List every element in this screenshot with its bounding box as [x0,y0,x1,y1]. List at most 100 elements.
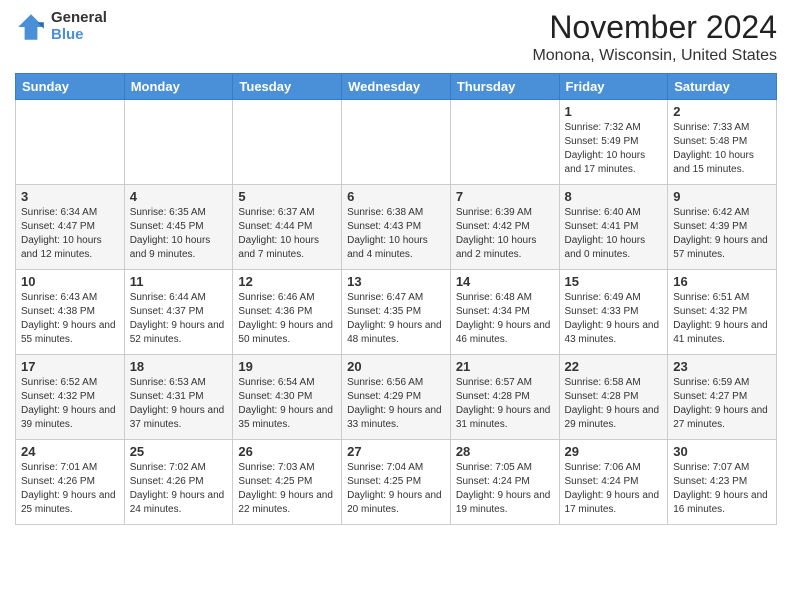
col-monday: Monday [124,74,233,100]
header: General Blue November 2024 Monona, Wisco… [15,10,777,65]
day-info: Sunrise: 6:47 AM Sunset: 4:35 PM Dayligh… [347,291,445,347]
calendar-cell-w3-d0: 10 Sunrise: 6:43 AM Sunset: 4:38 PM Dayli… [16,270,125,355]
day-info: Sunrise: 6:35 AM Sunset: 4:45 PM Dayligh… [130,206,228,262]
calendar-cell-w4-d6: 23 Sunrise: 6:59 AM Sunset: 4:27 PM Dayli… [668,355,777,440]
day-info: Sunrise: 6:56 AM Sunset: 4:29 PM Dayligh… [347,376,445,432]
calendar-cell-w3-d3: 13 Sunrise: 6:47 AM Sunset: 4:35 PM Dayli… [342,270,451,355]
day-info: Sunrise: 7:04 AM Sunset: 4:25 PM Dayligh… [347,461,445,517]
week-row-5: 24Sunrise: 7:01 AM Sunset: 4:26 PM Dayli… [16,440,777,525]
day-number: 3 [21,189,119,204]
calendar-cell-w2-d2: 5 Sunrise: 6:37 AM Sunset: 4:44 PM Daylig… [233,185,342,270]
location-title: Monona, Wisconsin, United States [532,47,777,65]
day-number: 1 [565,104,663,119]
day-info: Sunrise: 6:40 AM Sunset: 4:41 PM Dayligh… [565,206,663,262]
week-row-4: 17 Sunrise: 6:52 AM Sunset: 4:32 PM Dayli… [16,355,777,440]
calendar-header-row: Sunday Monday Tuesday Wednesday Thursday… [16,74,777,100]
day-info: Sunrise: 6:43 AM Sunset: 4:38 PM Dayligh… [21,291,119,347]
logo: General Blue [15,10,107,43]
calendar-cell-w3-d1: 11 Sunrise: 6:44 AM Sunset: 4:37 PM Dayli… [124,270,233,355]
day-info: Sunrise: 6:58 AM Sunset: 4:28 PM Dayligh… [565,376,663,432]
day-info: Sunrise: 6:57 AM Sunset: 4:28 PM Dayligh… [456,376,554,432]
day-number: 27 [347,444,445,459]
calendar-cell-w1-d1 [124,100,233,185]
logo-icon [15,11,47,43]
day-info: Sunrise: 6:49 AM Sunset: 4:33 PM Dayligh… [565,291,663,347]
day-info: Sunrise: 7:05 AM Sunset: 4:24 PM Dayligh… [456,461,554,517]
day-info: Sunrise: 6:46 AM Sunset: 4:36 PM Dayligh… [238,291,336,347]
day-number: 6 [347,189,445,204]
col-saturday: Saturday [668,74,777,100]
day-number: 23 [673,359,771,374]
day-number: 17 [21,359,119,374]
logo-text: General Blue [51,10,107,43]
calendar-cell-w4-d2: 19 Sunrise: 6:54 AM Sunset: 4:30 PM Dayli… [233,355,342,440]
calendar-cell-w3-d6: 16Sunrise: 6:51 AM Sunset: 4:32 PM Dayli… [668,270,777,355]
day-number: 2 [673,104,771,119]
calendar-cell-w2-d6: 9 Sunrise: 6:42 AM Sunset: 4:39 PM Daylig… [668,185,777,270]
day-info: Sunrise: 6:54 AM Sunset: 4:30 PM Dayligh… [238,376,336,432]
calendar-cell-w2-d4: 7Sunrise: 6:39 AM Sunset: 4:42 PM Daylig… [450,185,559,270]
day-number: 4 [130,189,228,204]
title-area: November 2024 Monona, Wisconsin, United … [532,10,777,65]
day-number: 24 [21,444,119,459]
logo-blue-text: Blue [51,27,107,44]
day-info: Sunrise: 6:37 AM Sunset: 4:44 PM Dayligh… [238,206,336,262]
week-row-1: 1Sunrise: 7:32 AM Sunset: 5:49 PM Daylig… [16,100,777,185]
day-number: 15 [565,274,663,289]
day-number: 30 [673,444,771,459]
day-number: 28 [456,444,554,459]
week-row-2: 3Sunrise: 6:34 AM Sunset: 4:47 PM Daylig… [16,185,777,270]
col-tuesday: Tuesday [233,74,342,100]
day-info: Sunrise: 6:39 AM Sunset: 4:42 PM Dayligh… [456,206,554,262]
day-info: Sunrise: 7:07 AM Sunset: 4:23 PM Dayligh… [673,461,771,517]
month-title: November 2024 [532,10,777,45]
calendar-cell-w5-d2: 26Sunrise: 7:03 AM Sunset: 4:25 PM Dayli… [233,440,342,525]
calendar-cell-w5-d4: 28 Sunrise: 7:05 AM Sunset: 4:24 PM Dayli… [450,440,559,525]
day-info: Sunrise: 6:48 AM Sunset: 4:34 PM Dayligh… [456,291,554,347]
day-number: 21 [456,359,554,374]
day-number: 29 [565,444,663,459]
day-number: 8 [565,189,663,204]
calendar-cell-w5-d3: 27 Sunrise: 7:04 AM Sunset: 4:25 PM Dayli… [342,440,451,525]
day-number: 11 [130,274,228,289]
calendar-cell-w1-d6: 2 Sunrise: 7:33 AM Sunset: 5:48 PM Daylig… [668,100,777,185]
page: General Blue November 2024 Monona, Wisco… [0,0,792,612]
day-number: 26 [238,444,336,459]
col-sunday: Sunday [16,74,125,100]
day-info: Sunrise: 6:42 AM Sunset: 4:39 PM Dayligh… [673,206,771,262]
calendar-cell-w1-d2 [233,100,342,185]
calendar-table: Sunday Monday Tuesday Wednesday Thursday… [15,73,777,525]
week-row-3: 10 Sunrise: 6:43 AM Sunset: 4:38 PM Dayli… [16,270,777,355]
day-number: 22 [565,359,663,374]
calendar-cell-w5-d5: 29Sunrise: 7:06 AM Sunset: 4:24 PM Dayli… [559,440,668,525]
day-info: Sunrise: 7:33 AM Sunset: 5:48 PM Dayligh… [673,121,771,177]
calendar-cell-w1-d4 [450,100,559,185]
day-number: 5 [238,189,336,204]
day-number: 19 [238,359,336,374]
calendar-cell-w2-d5: 8 Sunrise: 6:40 AM Sunset: 4:41 PM Daylig… [559,185,668,270]
calendar-cell-w4-d5: 22 Sunrise: 6:58 AM Sunset: 4:28 PM Dayli… [559,355,668,440]
day-info: Sunrise: 6:52 AM Sunset: 4:32 PM Dayligh… [21,376,119,432]
day-info: Sunrise: 7:02 AM Sunset: 4:26 PM Dayligh… [130,461,228,517]
day-number: 25 [130,444,228,459]
calendar-cell-w2-d1: 4 Sunrise: 6:35 AM Sunset: 4:45 PM Daylig… [124,185,233,270]
day-info: Sunrise: 6:44 AM Sunset: 4:37 PM Dayligh… [130,291,228,347]
day-number: 18 [130,359,228,374]
calendar-cell-w3-d5: 15 Sunrise: 6:49 AM Sunset: 4:33 PM Dayli… [559,270,668,355]
calendar-cell-w4-d0: 17 Sunrise: 6:52 AM Sunset: 4:32 PM Dayli… [16,355,125,440]
day-number: 10 [21,274,119,289]
day-number: 13 [347,274,445,289]
calendar-cell-w5-d6: 30 Sunrise: 7:07 AM Sunset: 4:23 PM Dayli… [668,440,777,525]
calendar-cell-w2-d0: 3Sunrise: 6:34 AM Sunset: 4:47 PM Daylig… [16,185,125,270]
day-info: Sunrise: 6:59 AM Sunset: 4:27 PM Dayligh… [673,376,771,432]
day-info: Sunrise: 6:51 AM Sunset: 4:32 PM Dayligh… [673,291,771,347]
col-wednesday: Wednesday [342,74,451,100]
calendar-cell-w4-d4: 21 Sunrise: 6:57 AM Sunset: 4:28 PM Dayli… [450,355,559,440]
calendar-cell-w2-d3: 6 Sunrise: 6:38 AM Sunset: 4:43 PM Daylig… [342,185,451,270]
calendar-cell-w1-d3 [342,100,451,185]
day-info: Sunrise: 6:53 AM Sunset: 4:31 PM Dayligh… [130,376,228,432]
day-info: Sunrise: 6:38 AM Sunset: 4:43 PM Dayligh… [347,206,445,262]
day-number: 9 [673,189,771,204]
logo-general-text: General [51,10,107,27]
col-thursday: Thursday [450,74,559,100]
